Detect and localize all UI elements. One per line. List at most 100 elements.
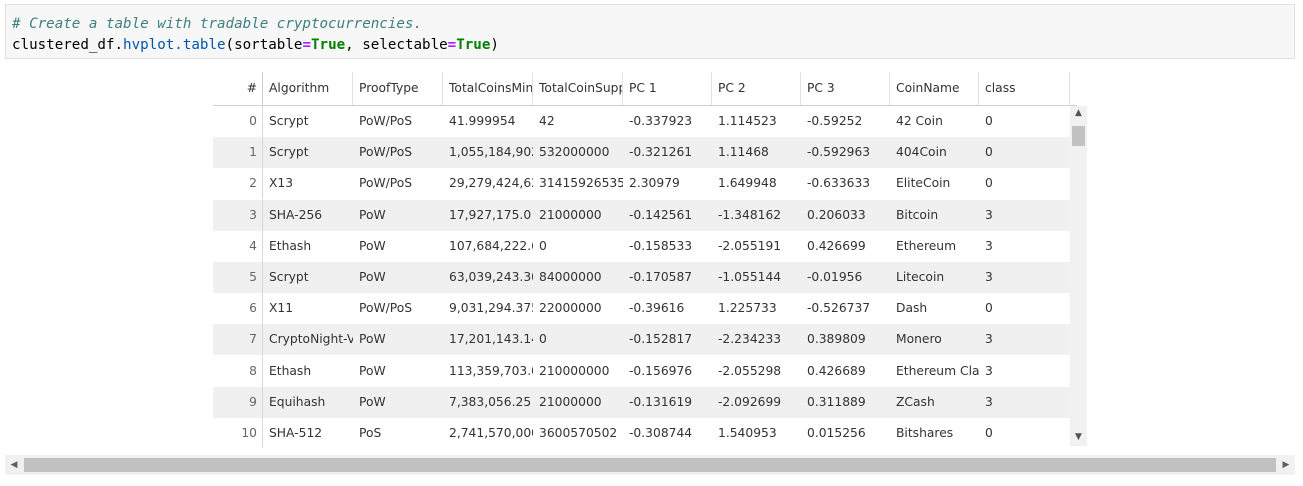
column-header-pc3[interactable]: PC 3 bbox=[801, 72, 890, 105]
code-open-paren: ( bbox=[225, 37, 235, 53]
cell-totalcoinsupply: 0 bbox=[539, 332, 547, 347]
code-method: hvplot.table bbox=[123, 37, 226, 53]
code-true-1: True bbox=[310, 37, 346, 53]
cell-pc2: 1.225733 bbox=[718, 301, 777, 316]
column-header-coinname[interactable]: CoinName bbox=[890, 72, 979, 105]
output-horizontal-scrollbar[interactable]: ◀ ▶ bbox=[5, 455, 1295, 475]
cell-pc1: -0.39616 bbox=[629, 301, 685, 316]
cell-algorithm: SHA-512 bbox=[269, 426, 323, 440]
cell-algorithm: Ethash bbox=[269, 363, 312, 378]
cell-pc2: 1.114523 bbox=[718, 114, 777, 128]
cell-coinname: EliteCoin bbox=[896, 176, 951, 191]
cell-totalcoinsupply: 21000000 bbox=[539, 207, 602, 222]
cell-pc3: -0.633633 bbox=[807, 176, 871, 191]
cell-pc2: -1.055144 bbox=[718, 270, 782, 284]
cell-algorithm: Ethash bbox=[269, 238, 312, 253]
cell-pc1: -0.337923 bbox=[629, 114, 693, 128]
code-cell[interactable]: # Create a table with tradable cryptocur… bbox=[5, 4, 1295, 59]
cell-class: 0 bbox=[985, 145, 993, 160]
table-row[interactable]: 0 Scrypt PoW/PoS 41.999954 42 -0.337923 1.1145… bbox=[213, 106, 1070, 137]
cell-totalcoinsupply: 21000000 bbox=[539, 394, 602, 409]
cell-coinname: 42 Coin bbox=[896, 114, 943, 128]
cell-coinname: Bitcoin bbox=[896, 207, 939, 222]
cell-index: 1 bbox=[213, 137, 263, 169]
code-comment: # Create a table with tradable cryptocur… bbox=[12, 16, 422, 32]
cell-coinname: Ethereum bbox=[896, 238, 957, 253]
cell-totalcoinsmined: 1,055,184,902 bbox=[449, 145, 533, 160]
table-row[interactable]: 1 Scrypt PoW/PoS 1,055,184,902 532000000 -0.3… bbox=[213, 137, 1070, 169]
cell-pc3: -0.592963 bbox=[807, 145, 871, 160]
column-header-prooftype[interactable]: ProofType bbox=[353, 72, 443, 105]
cell-prooftype: PoW bbox=[359, 394, 386, 409]
column-header-pc1[interactable]: PC 1 bbox=[623, 72, 712, 105]
cell-totalcoinsmined: 107,684,222.6 bbox=[449, 238, 533, 253]
cell-pc2: -2.055298 bbox=[718, 363, 782, 378]
cell-class: 0 bbox=[985, 176, 993, 191]
cell-coinname: Ethereum Classic bbox=[896, 363, 979, 378]
cell-prooftype: PoW bbox=[359, 270, 386, 284]
table-row[interactable]: 10 SHA-512 PoS 2,741,570,000 3600570502 -0.30… bbox=[213, 418, 1070, 448]
table-row[interactable]: 5 Scrypt PoW 63,039,243.30 84000000 -0.170587… bbox=[213, 262, 1070, 293]
cell-coinname: Dash bbox=[896, 301, 928, 316]
cell-algorithm: X11 bbox=[269, 301, 294, 316]
cell-algorithm: CryptoNight-V7 bbox=[269, 332, 353, 347]
scroll-up-icon[interactable]: ▲ bbox=[1070, 106, 1087, 120]
column-header-algorithm[interactable]: Algorithm bbox=[263, 72, 353, 105]
cell-class: 0 bbox=[985, 301, 993, 316]
cell-pc3: 0.426689 bbox=[807, 363, 866, 378]
table-row[interactable]: 2 X13 PoW/PoS 29,279,424,622 314159265359 2.3… bbox=[213, 168, 1070, 200]
cell-totalcoinsmined: 41.999954 bbox=[449, 114, 516, 128]
cell-class: 3 bbox=[985, 238, 993, 253]
table-row[interactable]: 6 X11 PoW/PoS 9,031,294.375 22000000 -0.39616… bbox=[213, 293, 1070, 325]
cell-totalcoinsmined: 2,741,570,000 bbox=[449, 426, 533, 440]
cell-pc3: 0.426699 bbox=[807, 238, 866, 253]
column-header-class[interactable]: class bbox=[979, 72, 1070, 105]
cell-index: 4 bbox=[213, 230, 263, 262]
cell-totalcoinsupply: 42 bbox=[539, 114, 555, 128]
cell-index: 7 bbox=[213, 324, 263, 356]
table-row[interactable]: 7 CryptoNight-V7 PoW 17,201,143.14 0 -0.15281… bbox=[213, 324, 1070, 356]
cell-class: 3 bbox=[985, 332, 993, 347]
code-object: clustered_df. bbox=[12, 37, 124, 53]
cell-totalcoinsupply: 314159265359 bbox=[539, 176, 623, 191]
column-header-index[interactable]: # bbox=[213, 72, 263, 105]
table-row[interactable]: 8 Ethash PoW 113,359,703.0 210000000 -0.15697… bbox=[213, 355, 1070, 387]
cell-prooftype: PoW bbox=[359, 238, 386, 253]
horizontal-scroll-thumb[interactable] bbox=[24, 458, 1276, 472]
data-table[interactable]: #AlgorithmProofTypeTotalCoinsMinedTotalC… bbox=[213, 72, 1089, 448]
cell-algorithm: Scrypt bbox=[269, 114, 309, 128]
cell-index: 9 bbox=[213, 386, 263, 418]
cell-totalcoinsupply: 3600570502 bbox=[539, 426, 618, 440]
code-equals: = bbox=[447, 37, 457, 53]
column-header-totalcoinsmined[interactable]: TotalCoinsMined bbox=[443, 72, 533, 105]
table-scroll-thumb[interactable] bbox=[1072, 126, 1085, 146]
cell-pc1: -0.156976 bbox=[629, 363, 693, 378]
cell-pc3: -0.01956 bbox=[807, 270, 863, 284]
scroll-left-icon[interactable]: ◀ bbox=[5, 455, 23, 475]
table-row[interactable]: 4 Ethash PoW 107,684,222.6 0 -0.158533 -2.0551… bbox=[213, 230, 1070, 262]
cell-coinname: Litecoin bbox=[896, 270, 945, 284]
cell-index: 3 bbox=[213, 199, 263, 231]
cell-totalcoinsmined: 17,927,175.0 bbox=[449, 207, 532, 222]
cell-pc1: 2.30979 bbox=[629, 176, 680, 191]
cell-totalcoinsupply: 22000000 bbox=[539, 301, 602, 316]
cell-class: 3 bbox=[985, 363, 993, 378]
table-row[interactable]: 3 SHA-256 PoW 17,927,175.0 21000000 -0.142561… bbox=[213, 199, 1070, 231]
cell-pc3: 0.389809 bbox=[807, 332, 866, 347]
scroll-right-icon[interactable]: ▶ bbox=[1277, 455, 1295, 475]
scroll-down-icon[interactable]: ▼ bbox=[1070, 430, 1087, 444]
column-header-totalcoinsupply[interactable]: TotalCoinSupply bbox=[533, 72, 623, 105]
cell-pc3: 0.311889 bbox=[807, 394, 866, 409]
cell-prooftype: PoW/PoS bbox=[359, 176, 413, 191]
cell-algorithm: X13 bbox=[269, 176, 294, 191]
column-header-pc2[interactable]: PC 2 bbox=[712, 72, 801, 105]
cell-pc1: -0.308744 bbox=[629, 426, 693, 440]
code-arg-selectable: selectable bbox=[362, 37, 448, 53]
cell-pc3: -0.526737 bbox=[807, 301, 871, 316]
cell-pc3: -0.59252 bbox=[807, 114, 863, 128]
cell-prooftype: PoW/PoS bbox=[359, 114, 413, 128]
code-separator: , bbox=[345, 37, 363, 53]
cell-coinname: Bitshares bbox=[896, 426, 954, 440]
table-vertical-scrollbar[interactable]: ▲ ▼ bbox=[1070, 106, 1087, 446]
table-row[interactable]: 9 Equihash PoW 7,383,056.25 21000000 -0.13161… bbox=[213, 386, 1070, 418]
